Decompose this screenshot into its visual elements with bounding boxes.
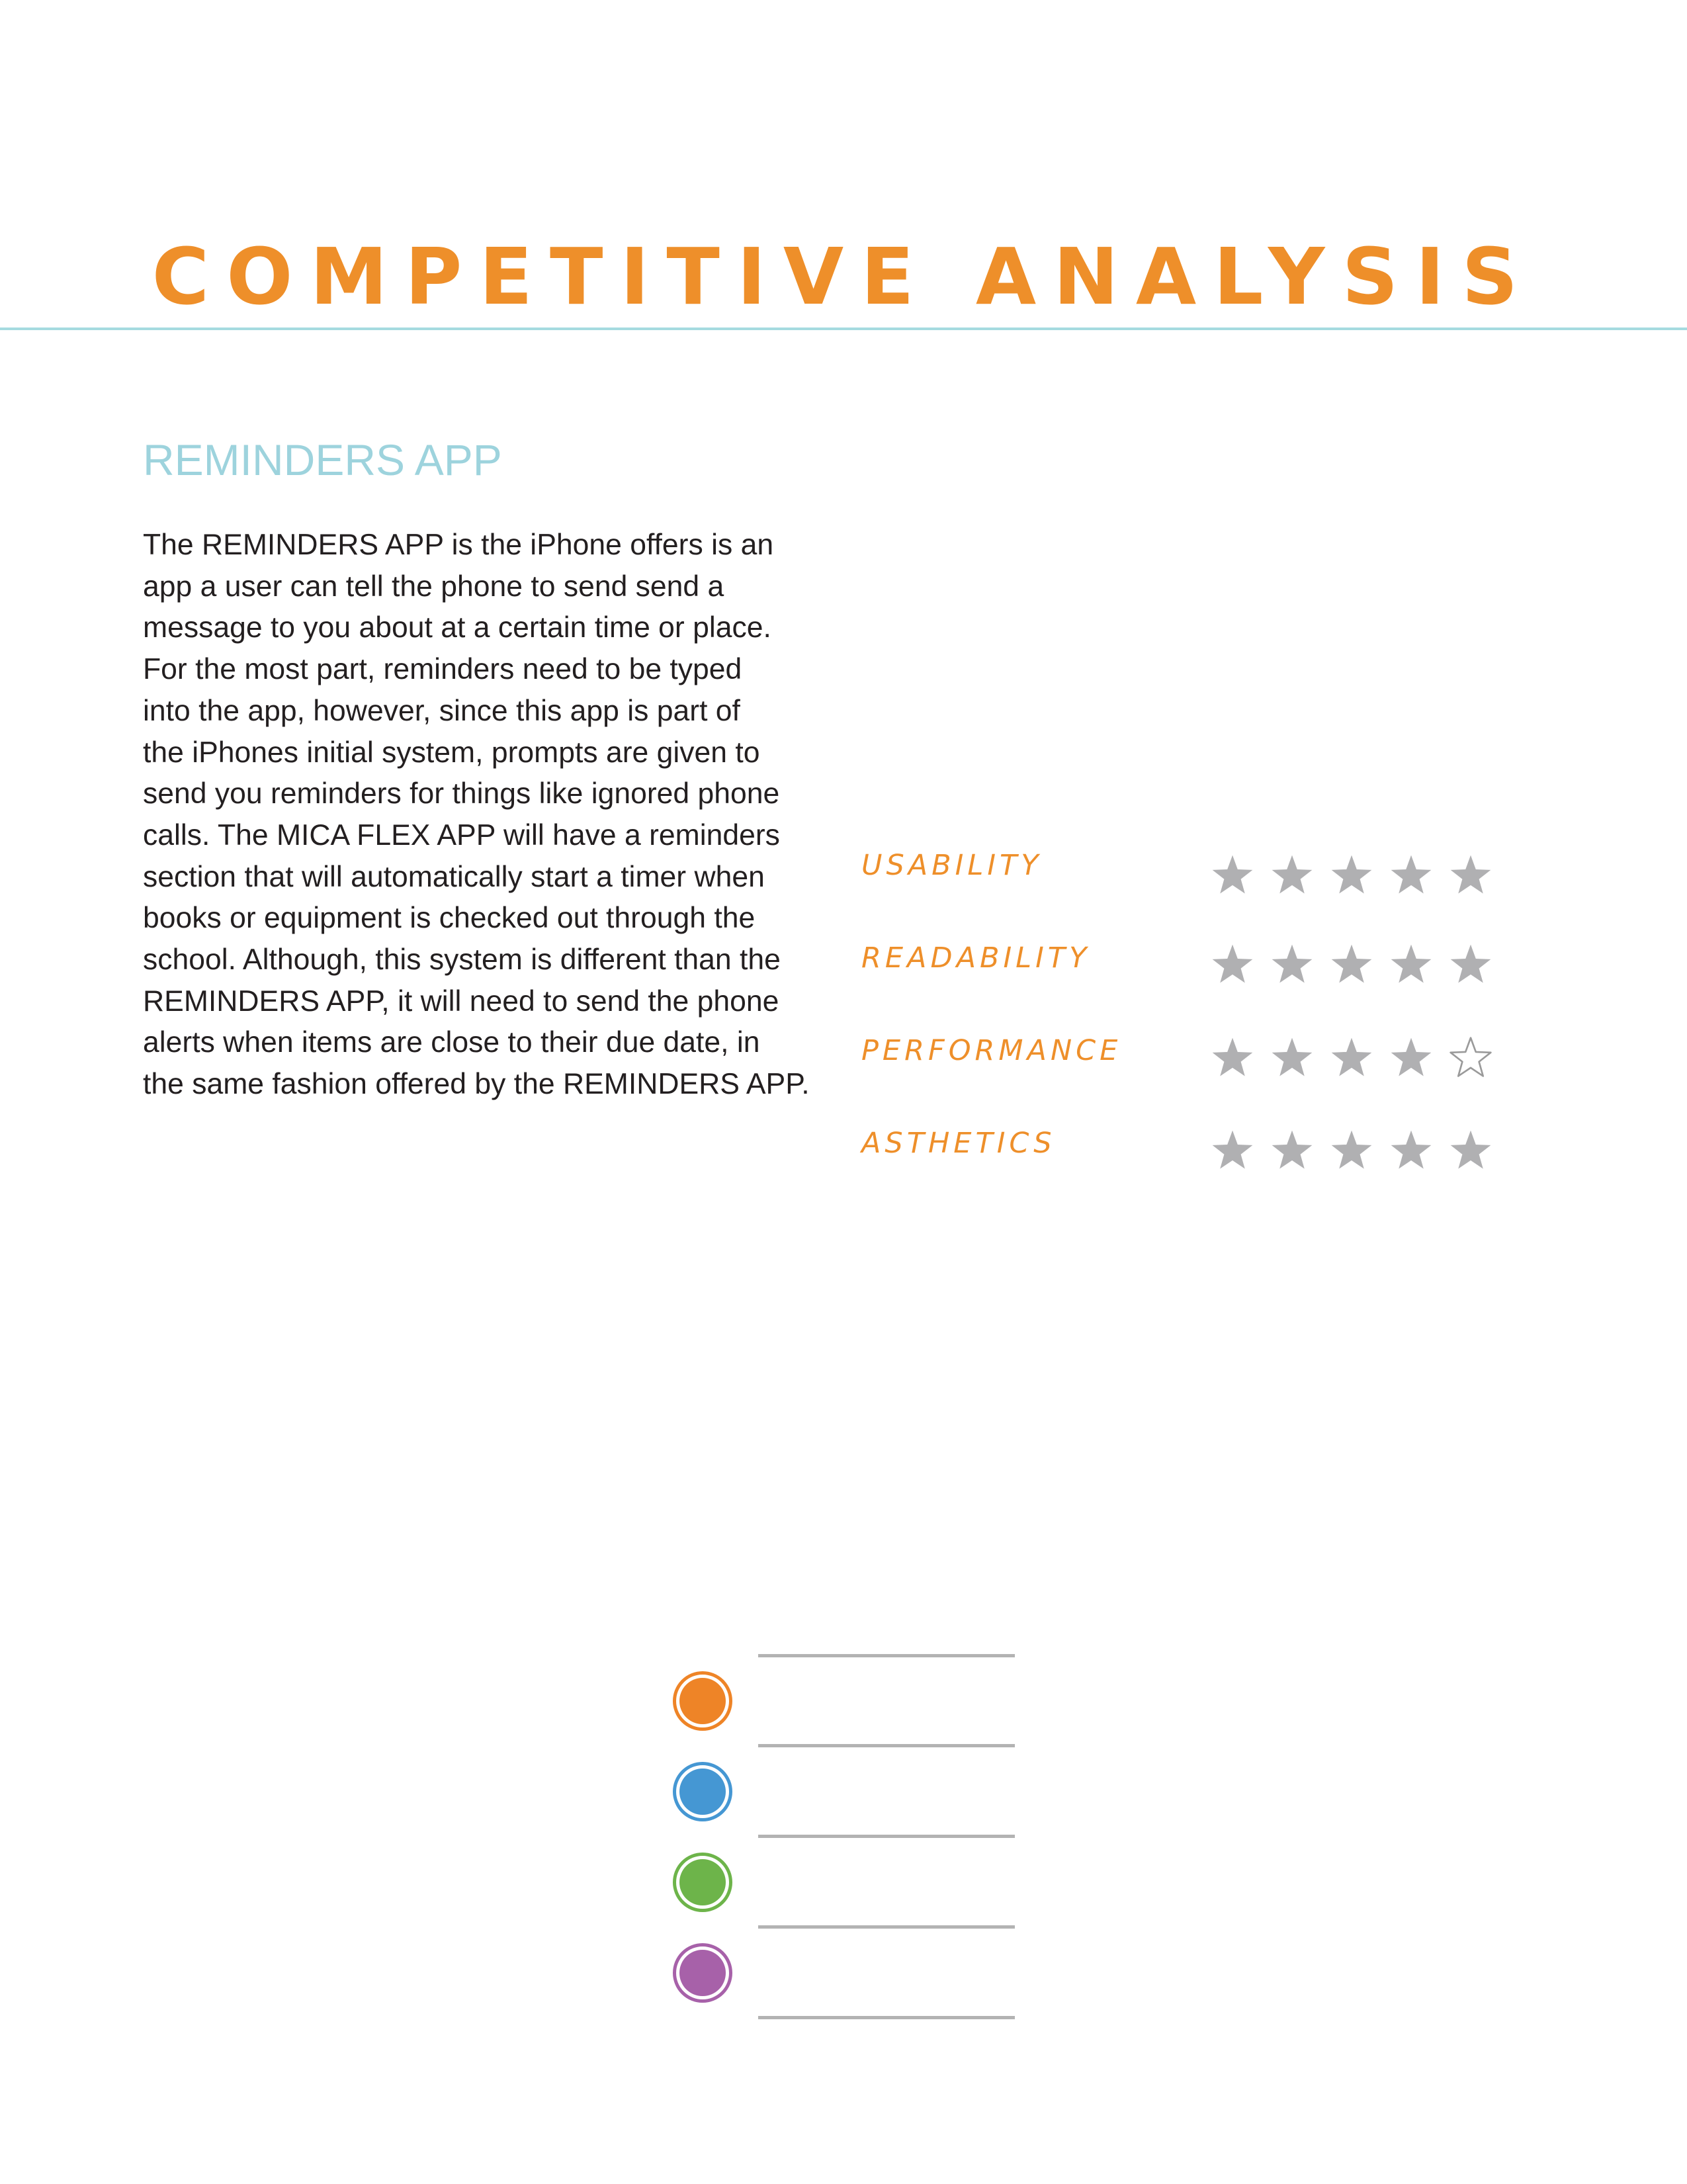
- star-filled-icon: [1450, 1130, 1491, 1169]
- star-filled-icon: [1331, 1037, 1372, 1076]
- star-rating-readability: [1211, 943, 1508, 989]
- star-filled-icon: [1272, 1037, 1313, 1076]
- star-rating-usability: [1211, 853, 1508, 900]
- star-filled-icon: [1272, 944, 1313, 983]
- legend-line: [758, 2016, 1015, 2019]
- star-filled-icon: [1391, 944, 1432, 983]
- star-filled-icon: [1272, 855, 1313, 894]
- star-filled-icon: [1212, 1130, 1253, 1169]
- star-filled-icon: [1331, 855, 1372, 894]
- star-filled-icon: [1272, 1130, 1313, 1169]
- star-rating-asthetics: [1211, 1129, 1508, 1175]
- star-filled-icon: [1391, 855, 1432, 894]
- star-filled-icon: [1212, 855, 1253, 894]
- rating-label-performance: PERFORMANCE: [861, 1034, 1122, 1067]
- section-heading: REMINDERS APP: [143, 435, 502, 484]
- star-filled-icon: [1331, 944, 1372, 983]
- page-title: COMPETITIVE ANALYSIS: [151, 231, 1536, 322]
- star-filled-icon: [1450, 855, 1491, 894]
- legend-dot-purple: [673, 1943, 732, 2003]
- legend-dot-orange: [673, 1671, 732, 1731]
- legend-line: [758, 1835, 1015, 1838]
- star-filled-icon: [1212, 1037, 1253, 1076]
- rating-label-asthetics: ASTHETICS: [861, 1127, 1056, 1160]
- legend-line: [758, 1744, 1015, 1747]
- star-outline-icon: [1449, 1037, 1492, 1077]
- star-filled-icon: [1331, 1130, 1372, 1169]
- legend-line: [758, 1925, 1015, 1929]
- star-rating-performance: [1211, 1036, 1508, 1082]
- star-filled-icon: [1450, 944, 1491, 983]
- rating-label-readability: READABILITY: [861, 941, 1091, 975]
- rating-label-usability: USABILITY: [861, 849, 1043, 882]
- section-body: The REMINDERS APP is the iPhone offers i…: [143, 529, 810, 1101]
- legend-dot-green: [673, 1853, 732, 1912]
- title-divider: [0, 328, 1687, 330]
- star-filled-icon: [1391, 1130, 1432, 1169]
- legend-line: [758, 1654, 1015, 1657]
- star-filled-icon: [1391, 1037, 1432, 1076]
- star-filled-icon: [1212, 944, 1253, 983]
- legend-dot-blue: [673, 1762, 732, 1821]
